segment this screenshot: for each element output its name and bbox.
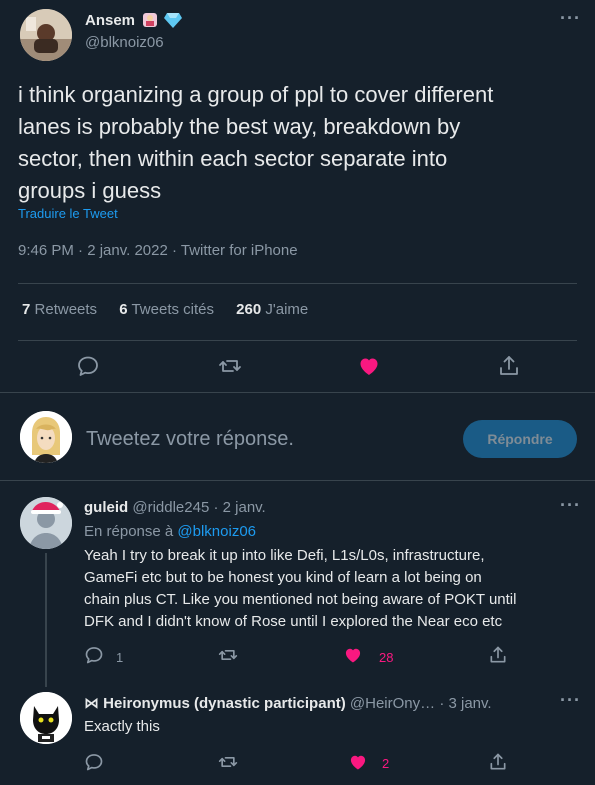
likes-label: J'aime — [265, 301, 309, 318]
like-count: 2 — [382, 756, 390, 771]
tweet-text: i think organizing a group of ppl to cov… — [18, 79, 588, 207]
likes-count: 260 — [236, 301, 262, 318]
like-count: 28 — [379, 650, 394, 665]
more-options-icon[interactable]: ··· — [560, 495, 581, 516]
reply-text-line: GameFi etc but to be honest you kind of … — [84, 569, 482, 586]
like-icon[interactable] — [343, 645, 363, 665]
thread-line — [45, 553, 47, 687]
separator: · — [213, 499, 219, 516]
more-options-icon[interactable]: ··· — [560, 690, 581, 711]
separator: · — [439, 695, 445, 712]
divider — [0, 480, 595, 481]
reply-text: Exactly this — [84, 718, 160, 735]
quotes-count: 6 — [119, 301, 128, 318]
reply-input[interactable]: Tweetez votre réponse. — [86, 428, 294, 451]
tweet-text-line: sector, then within each sector separate… — [18, 146, 448, 171]
in-reply-prefix: En réponse à — [84, 523, 174, 540]
in-reply-handle[interactable]: @blknoiz06 — [177, 523, 256, 540]
divider — [18, 340, 577, 341]
reply-text-line: DFK and I didn't know of Rose until I ex… — [84, 613, 503, 630]
tweet-text-line: lanes is probably the best way, breakdow… — [18, 114, 461, 139]
divider — [0, 392, 595, 393]
reply-button[interactable]: Répondre — [463, 420, 577, 458]
author-avatar[interactable] — [20, 9, 72, 61]
reply-count: 1 — [116, 650, 124, 665]
share-icon[interactable] — [497, 354, 521, 378]
tweet-text-line: groups i guess — [18, 178, 162, 203]
reply-icon[interactable] — [84, 752, 104, 772]
diamond-icon — [163, 11, 183, 29]
in-reply-to: En réponse à @blknoiz06 — [84, 523, 256, 540]
retweet-icon[interactable] — [218, 645, 238, 665]
likes-stat[interactable]: 260 J'aime — [236, 301, 308, 318]
reply-author-name[interactable]: ⋈ Heironymus (dynastic participant) — [84, 695, 346, 712]
reply-date[interactable]: 2 janv. — [223, 499, 266, 516]
author-name[interactable]: Ansem — [85, 12, 135, 29]
retweets-label: Retweets — [34, 301, 98, 318]
divider — [18, 283, 577, 284]
share-icon[interactable] — [488, 752, 508, 772]
reply-text: Yeah I try to break it up into like Defi… — [84, 545, 516, 633]
like-icon[interactable] — [357, 354, 381, 378]
reply-author-avatar[interactable] — [20, 692, 72, 744]
share-icon[interactable] — [488, 645, 508, 665]
retweet-icon[interactable] — [218, 752, 238, 772]
tweet-text-line: i think organizing a group of ppl to cov… — [18, 82, 494, 107]
quotes-label: Tweets cités — [131, 301, 214, 318]
reply-icon[interactable] — [84, 645, 104, 665]
tweet-timestamp[interactable]: 9:46 PM · 2 janv. 2022 · Twitter for iPh… — [18, 242, 298, 259]
user-avatar[interactable] — [20, 411, 72, 463]
retweets-count: 7 — [22, 301, 31, 318]
translate-link[interactable]: Traduire le Tweet — [18, 206, 118, 221]
badge-emoji-icon — [141, 11, 159, 29]
reply-author-handle[interactable]: @riddle245 — [132, 499, 209, 516]
reply-text-line: chain plus CT. Like you mentioned not be… — [84, 591, 517, 608]
retweet-icon[interactable] — [218, 354, 242, 378]
reply-icon[interactable] — [76, 354, 100, 378]
reply-author-handle[interactable]: @HeirOny… — [350, 695, 435, 712]
reply-author-avatar[interactable] — [20, 497, 72, 549]
reply-header: ⋈ Heironymus (dynastic participant) @Hei… — [84, 694, 554, 712]
reply-date[interactable]: 3 janv. — [448, 695, 491, 712]
reply-text-line: Yeah I try to break it up into like Defi… — [84, 547, 485, 564]
more-options-icon[interactable]: ··· — [560, 8, 581, 29]
reply-header: guleid @riddle245 · 2 janv. — [84, 499, 266, 516]
tweet-stats: 7 Retweets 6 Tweets cités 260 J'aime — [22, 301, 308, 318]
like-icon[interactable] — [348, 752, 368, 772]
reply-author-name[interactable]: guleid — [84, 499, 128, 516]
author-handle[interactable]: @blknoiz06 — [85, 34, 164, 51]
retweets-stat[interactable]: 7 Retweets — [22, 301, 101, 318]
quotes-stat[interactable]: 6 Tweets cités — [119, 301, 218, 318]
